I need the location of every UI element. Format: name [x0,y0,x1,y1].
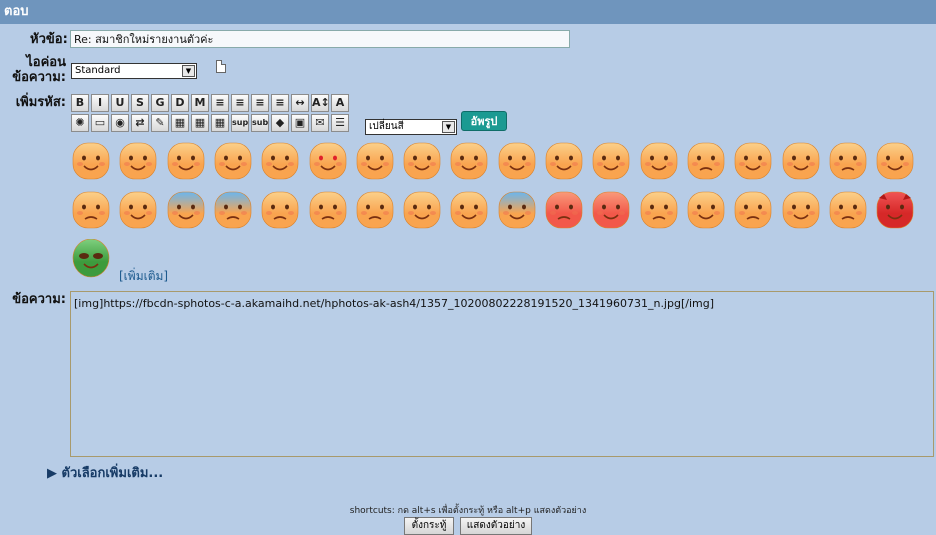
neutral-face-icon[interactable] [733,190,772,229]
format-row1-button-7[interactable]: ≡ [211,94,229,112]
format-row1-button-1[interactable]: I [91,94,109,112]
format-row2-button-1[interactable]: ▭ [91,114,109,132]
heart-eyes-icon[interactable] [308,141,346,180]
color-select[interactable]: เปลี่ยนสี ▼ [365,119,457,135]
dead-face-icon[interactable] [449,190,488,229]
chevron-down-icon: ▼ [442,121,455,133]
format-row1-button-9[interactable]: ≡ [251,94,269,112]
format-row2-button-7[interactable]: ▦ [211,114,229,132]
format-row1-button-4[interactable]: G [151,94,169,112]
format-row2-button-5[interactable]: ▦ [171,114,189,132]
wide-eyed-icon[interactable] [449,141,488,180]
laugh-face-icon[interactable] [166,141,204,180]
format-row1-button-12[interactable]: A↕ [311,94,329,112]
sad-smile-icon[interactable] [686,141,725,180]
chevron-down-icon: ▼ [182,65,195,77]
format-row2-button-11[interactable]: ▣ [291,114,309,132]
document-icon [216,60,226,73]
format-row1-button-3[interactable]: S [131,94,149,112]
format-row1-button-0[interactable]: B [71,94,89,112]
format-row1-button-8[interactable]: ≡ [231,94,249,112]
cold-sweat-icon[interactable] [166,190,204,229]
icon-select-value: Standard [75,65,121,76]
big-grin-icon[interactable] [544,141,583,180]
sweat-face-icon[interactable] [118,190,157,229]
color-select-value: เปลี่ยนสี [369,121,404,132]
mask-face-icon[interactable] [686,190,725,229]
preview-button[interactable]: แสดงตัวอย่าง [460,517,532,535]
formatting-toolbar-row2: ✺ ▭ ◉ ⇄ ✎ ▦ ▦ ▦ sup sub ◆ ▣ ✉ ☰ [71,114,371,133]
wink-tongue-icon[interactable] [260,141,299,180]
dizzy-smile-icon[interactable] [828,190,867,229]
tongue-out-icon[interactable] [639,141,677,180]
loud-cry-icon[interactable] [355,190,394,229]
smile-face-icon[interactable] [118,141,157,180]
format-row2-button-9[interactable]: sub [251,114,269,132]
alien-face-icon[interactable] [71,239,110,278]
format-row2-button-4[interactable]: ✎ [151,114,169,132]
flushed-face-icon[interactable] [875,141,914,180]
angry-face-icon[interactable] [591,190,630,229]
more-smileys-link[interactable]: [เพิ่มเติม] [119,267,168,286]
tears-joy-icon[interactable] [402,190,441,229]
icon-label-line1: ไอค่อน [26,55,66,70]
format-row1-button-13[interactable]: A [331,94,349,112]
submit-button[interactable]: ตั้งกระทู้ [404,517,454,535]
icon-select[interactable]: Standard ▼ [71,63,197,79]
smiley-panel [71,141,935,286]
format-row1-button-11[interactable]: ↔ [291,94,309,112]
reply-header: ตอบ [0,0,936,24]
message-label: ข้อความ: [12,292,66,307]
format-row1-button-6[interactable]: M [191,94,209,112]
caret-right-icon: ▶ [47,466,57,481]
persevere-face-icon[interactable] [260,190,299,229]
dizzy-face-icon[interactable] [71,190,110,229]
format-row2-button-6[interactable]: ▦ [191,114,209,132]
relieved-face-icon[interactable] [781,190,819,229]
frown-face-icon[interactable] [544,190,583,229]
format-row2-button-10[interactable]: ◆ [271,114,289,132]
formatting-toolbar-row1: B I U S G D M ≡ ≡ ≡ ≡ ↔ A↕ A [71,94,371,113]
squint-tongue-icon[interactable] [591,141,630,180]
scream-face-icon[interactable] [497,190,535,229]
format-row1-button-5[interactable]: D [171,94,189,112]
sleepy-face-icon[interactable] [639,190,677,229]
icon-label: ไอค่อน ข้อความ: [6,55,66,85]
format-row2-button-0[interactable]: ✺ [71,114,89,132]
more-options-toggle[interactable]: ▶ ตัวเลือกเพิ่มเติม... [47,462,163,483]
more-options-label: ตัวเลือกเพิ่มเติม... [61,466,164,481]
squint-smile-icon[interactable] [213,141,252,180]
smirk-face-icon[interactable] [733,141,772,180]
pensive-face-icon[interactable] [828,141,867,180]
kiss-face-icon[interactable] [402,141,441,180]
cry-face-icon[interactable] [308,190,346,229]
message-textarea[interactable] [70,291,934,457]
subject-label: หัวข้อ: [30,32,68,47]
fearful-face-icon[interactable] [213,190,252,229]
upload-image-button[interactable]: อัพรูป [461,111,507,131]
shortcuts-hint: shortcuts: กด alt+s เพื่อตั้งกระทู้ หรือ… [349,506,587,516]
devil-face-icon[interactable] [875,190,914,229]
blush-smile-icon[interactable] [497,141,535,180]
format-row1-button-10[interactable]: ≡ [271,94,289,112]
sweat-smile-icon[interactable] [781,141,819,180]
subject-input[interactable] [70,30,570,48]
kiss-heart-icon[interactable] [355,141,394,180]
icon-label-line2: ข้อความ: [12,70,66,85]
code-label: เพิ่มรหัส: [15,95,66,110]
format-row2-button-2[interactable]: ◉ [111,114,129,132]
grin-face-icon[interactable] [71,141,110,180]
format-row2-button-3[interactable]: ⇄ [131,114,149,132]
format-row2-button-13[interactable]: ☰ [331,114,349,132]
format-row2-button-12[interactable]: ✉ [311,114,329,132]
format-row2-button-8[interactable]: sup [231,114,249,132]
format-row1-button-2[interactable]: U [111,94,129,112]
